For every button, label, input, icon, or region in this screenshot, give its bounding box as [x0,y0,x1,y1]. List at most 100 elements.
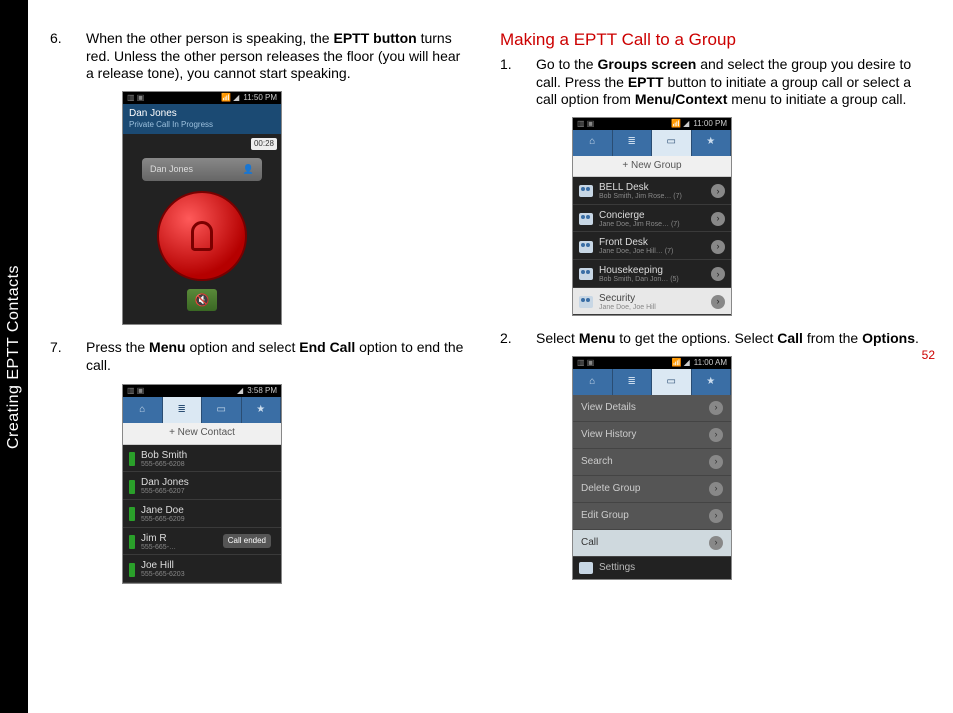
star-icon: ★ [706,376,715,389]
menu-item-delete-group[interactable]: Delete Group› [573,476,731,503]
call-body: 00:28 Dan Jones 👤 🔇 [123,134,281,324]
text-fragment: from the [803,330,862,346]
status-time: 11:00 AM [694,358,727,368]
tab-home[interactable]: ⌂ [573,130,613,156]
step-text: Go to the Groups screen and select the g… [536,56,911,107]
card-icon: ▭ [667,376,676,389]
tab-groups[interactable]: ▭ [652,369,692,395]
menu-item-view-history[interactable]: View History› [573,422,731,449]
menu-item-call[interactable]: Call› [573,530,731,557]
tab-home[interactable]: ⌂ [573,369,613,395]
star-icon: ★ [706,136,715,149]
bold-fragment: Menu [579,330,616,346]
eptt-button[interactable] [157,191,247,281]
contact-row[interactable]: Joe Hill555-665-6203 [123,555,281,583]
presence-icon [129,563,135,577]
text-fragment: menu to initiate a group call. [727,91,906,107]
chevron-right-icon[interactable]: › [711,240,725,254]
contact-number: 555-665-6203 [141,571,185,579]
left-column: 6. When the other person is speaking, th… [50,30,470,598]
bold-fragment: End Call [299,339,355,355]
contact-name: Dan Jones [141,477,189,488]
new-group-button[interactable]: + New Group [573,156,731,178]
speaker-toggle[interactable]: 🔇 [187,289,217,311]
status-time: 11:50 PM [243,93,277,103]
presence-icon [129,535,135,549]
presence-icon [129,480,135,494]
text-fragment: Press the [86,339,149,355]
group-members: Bob Smith, Jim Rose… (7) [599,193,682,201]
contact-name: Joe Hill [141,560,185,571]
signal-icon: 📶 ◢ [221,93,239,103]
group-row[interactable]: HousekeepingBob Smith, Dan Jon… (5) › [573,260,731,288]
contact-number: 555-665-6209 [141,516,185,524]
call-contact-name: Dan Jones [129,108,275,121]
status-icons: ▥ ▣ [577,358,594,368]
tab-contacts[interactable]: ≣ [163,397,203,423]
tab-home[interactable]: ⌂ [123,397,163,423]
contact-row[interactable]: Jane Doe555-665-6209 [123,500,281,528]
tab-favorites[interactable]: ★ [242,397,282,423]
menu-item-search[interactable]: Search› [573,449,731,476]
speaker-icon: 🔇 [195,293,210,308]
call-status: Private Call In Progress [129,120,275,130]
group-rows: BELL DeskBob Smith, Jim Rose… (7) › Conc… [573,177,731,315]
person-icon: 👤 [243,164,254,175]
contact-name: Jane Doe [141,505,185,516]
status-time: 3:58 PM [247,386,277,396]
menu-label: View Details [581,402,636,415]
group-icon [579,296,593,308]
group-icon [579,185,593,197]
chevron-right-icon[interactable]: › [711,267,725,281]
group-row[interactable]: BELL DeskBob Smith, Jim Rose… (7) › [573,177,731,205]
text-fragment: option and select [186,339,300,355]
group-row[interactable]: SecurityJane Doe, Joe Hill › [573,288,731,316]
chevron-right-icon[interactable]: › [711,295,725,309]
status-bar: ▥ ▣ 📶 ◢ 11:50 PM [123,92,281,104]
group-name: Concierge [599,210,680,221]
group-members: Jane Doe, Jim Rose… (7) [599,221,680,229]
tab-contacts[interactable]: ≣ [613,130,653,156]
signal-icon: ◢ [237,386,243,396]
chevron-right-icon[interactable]: › [711,184,725,198]
chevron-right-icon: › [709,509,723,523]
chevron-right-icon: › [709,401,723,415]
step-number: 2. [500,330,512,348]
menu-item-view-details[interactable]: View Details › [573,395,731,422]
tab-contacts[interactable]: ≣ [613,369,653,395]
step-number: 6. [50,30,62,48]
group-name: Housekeeping [599,265,679,276]
bold-fragment: Groups screen [597,56,696,72]
call-timer: 00:28 [251,138,277,150]
card-icon: ▭ [667,136,676,149]
group-icon [579,213,593,225]
contact-row[interactable]: Dan Jones555-665-6207 [123,472,281,500]
contact-row[interactable]: Bob Smith555-665-6208 [123,445,281,473]
group-row[interactable]: Front DeskJane Doe, Joe Hill… (7) › [573,232,731,260]
tab-groups[interactable]: ▭ [202,397,242,423]
contact-row[interactable]: Jim R555-665-… Call ended [123,528,281,556]
bold-fragment: Options [862,330,915,346]
menu-footer-settings[interactable]: Settings [573,557,731,580]
signal-icon: 📶 ◢ [671,119,689,129]
section-tab-label: Creating EPTT Contacts [5,264,23,448]
tab-favorites[interactable]: ★ [692,369,732,395]
chevron-right-icon[interactable]: › [711,212,725,226]
tab-favorites[interactable]: ★ [692,130,732,156]
group-row[interactable]: ConciergeJane Doe, Jim Rose… (7) › [573,205,731,233]
menu-label: Delete Group [581,483,640,496]
group-name: BELL Desk [599,182,682,193]
step-6: 6. When the other person is speaking, th… [50,30,470,325]
text-fragment: . [915,330,919,346]
chevron-right-icon: › [709,536,723,550]
new-contact-button[interactable]: + New Contact [123,423,281,445]
status-bar: ▥ ▣ ◢ 3:58 PM [123,385,281,397]
group-name: Security [599,293,656,304]
tab-row: ⌂ ≣ ▭ ★ [573,369,731,395]
content-columns: 6. When the other person is speaking, th… [50,30,920,598]
group-name: Front Desk [599,237,673,248]
tab-groups[interactable]: ▭ [652,130,692,156]
menu-item-edit-group[interactable]: Edit Group› [573,503,731,530]
text-fragment: to get the options. Select [615,330,777,346]
status-icons: ▥ ▣ [577,119,594,129]
